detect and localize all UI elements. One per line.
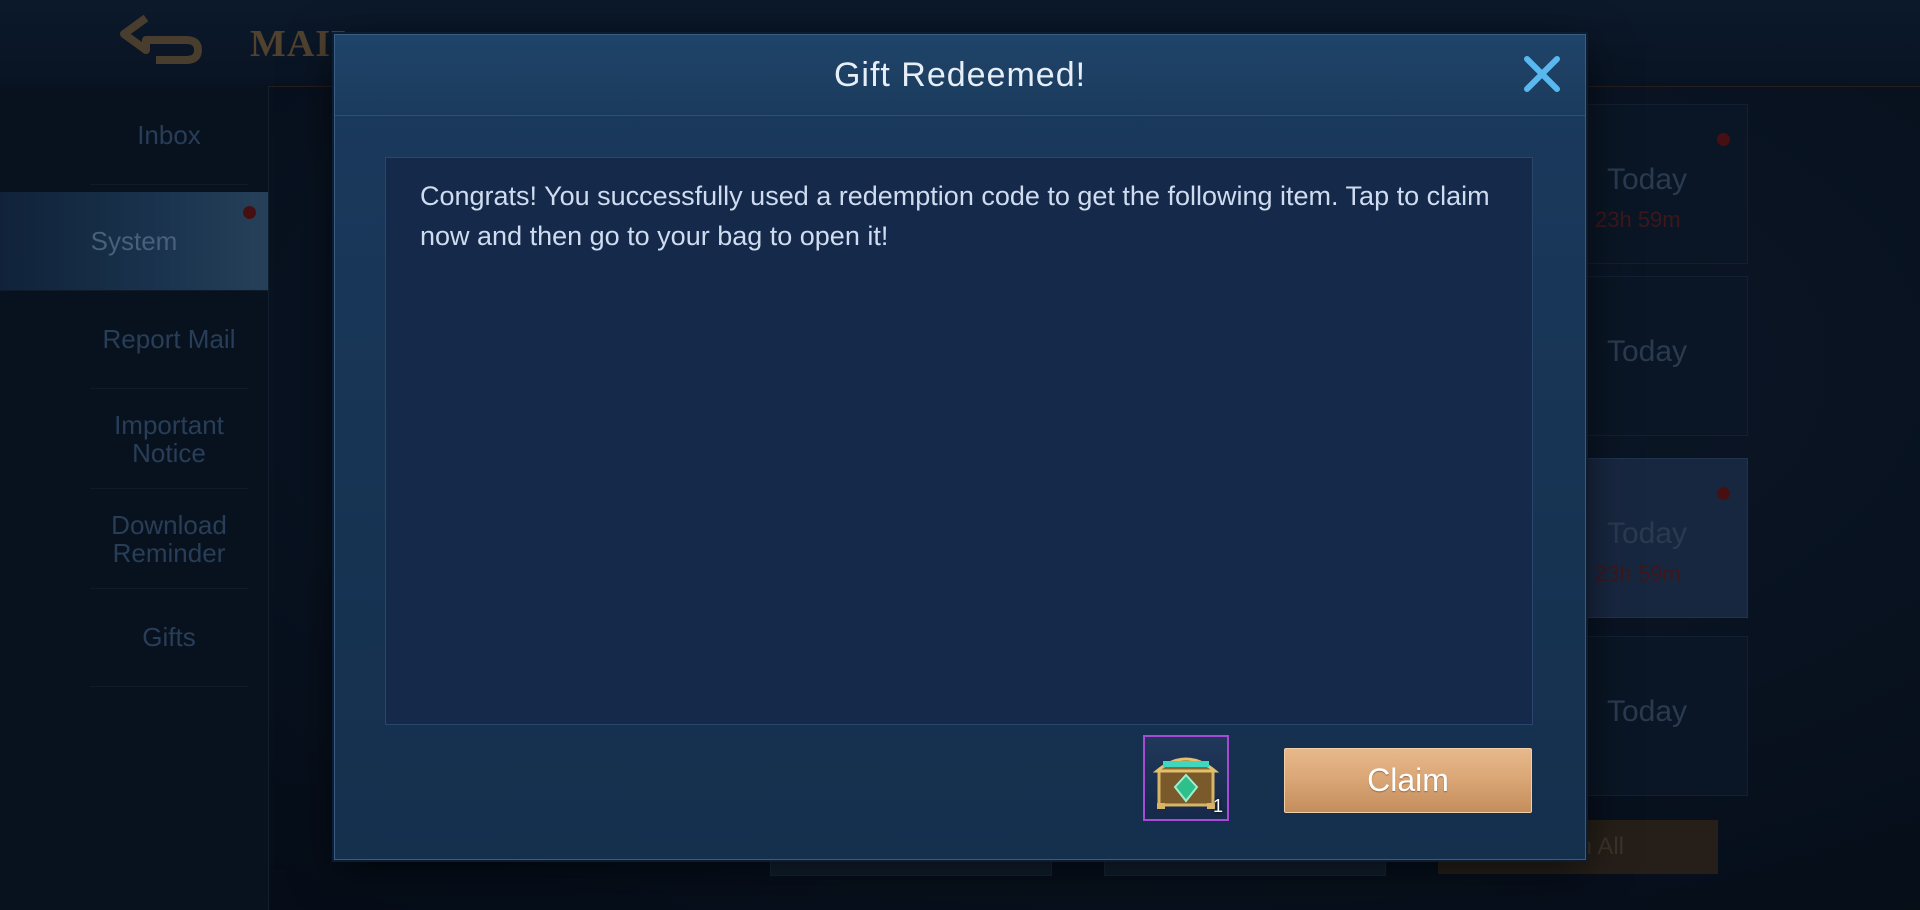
claim-button-label: Claim	[1367, 762, 1449, 798]
reward-item-slot[interactable]: 1	[1143, 735, 1229, 821]
item-quantity: 1	[1212, 796, 1223, 816]
dialog-message: Congrats! You successfully used a redemp…	[420, 181, 1490, 251]
dialog-title: Gift Redeemed!	[833, 56, 1087, 94]
dialog-header: Gift Redeemed!	[335, 35, 1585, 116]
gift-redeemed-dialog: Gift Redeemed! Congrats! You successfull…	[334, 34, 1586, 860]
close-icon	[1524, 56, 1560, 92]
close-button[interactable]	[1517, 49, 1567, 99]
claim-button[interactable]: Claim	[1284, 748, 1532, 813]
message-box: Congrats! You successfully used a redemp…	[385, 157, 1533, 725]
